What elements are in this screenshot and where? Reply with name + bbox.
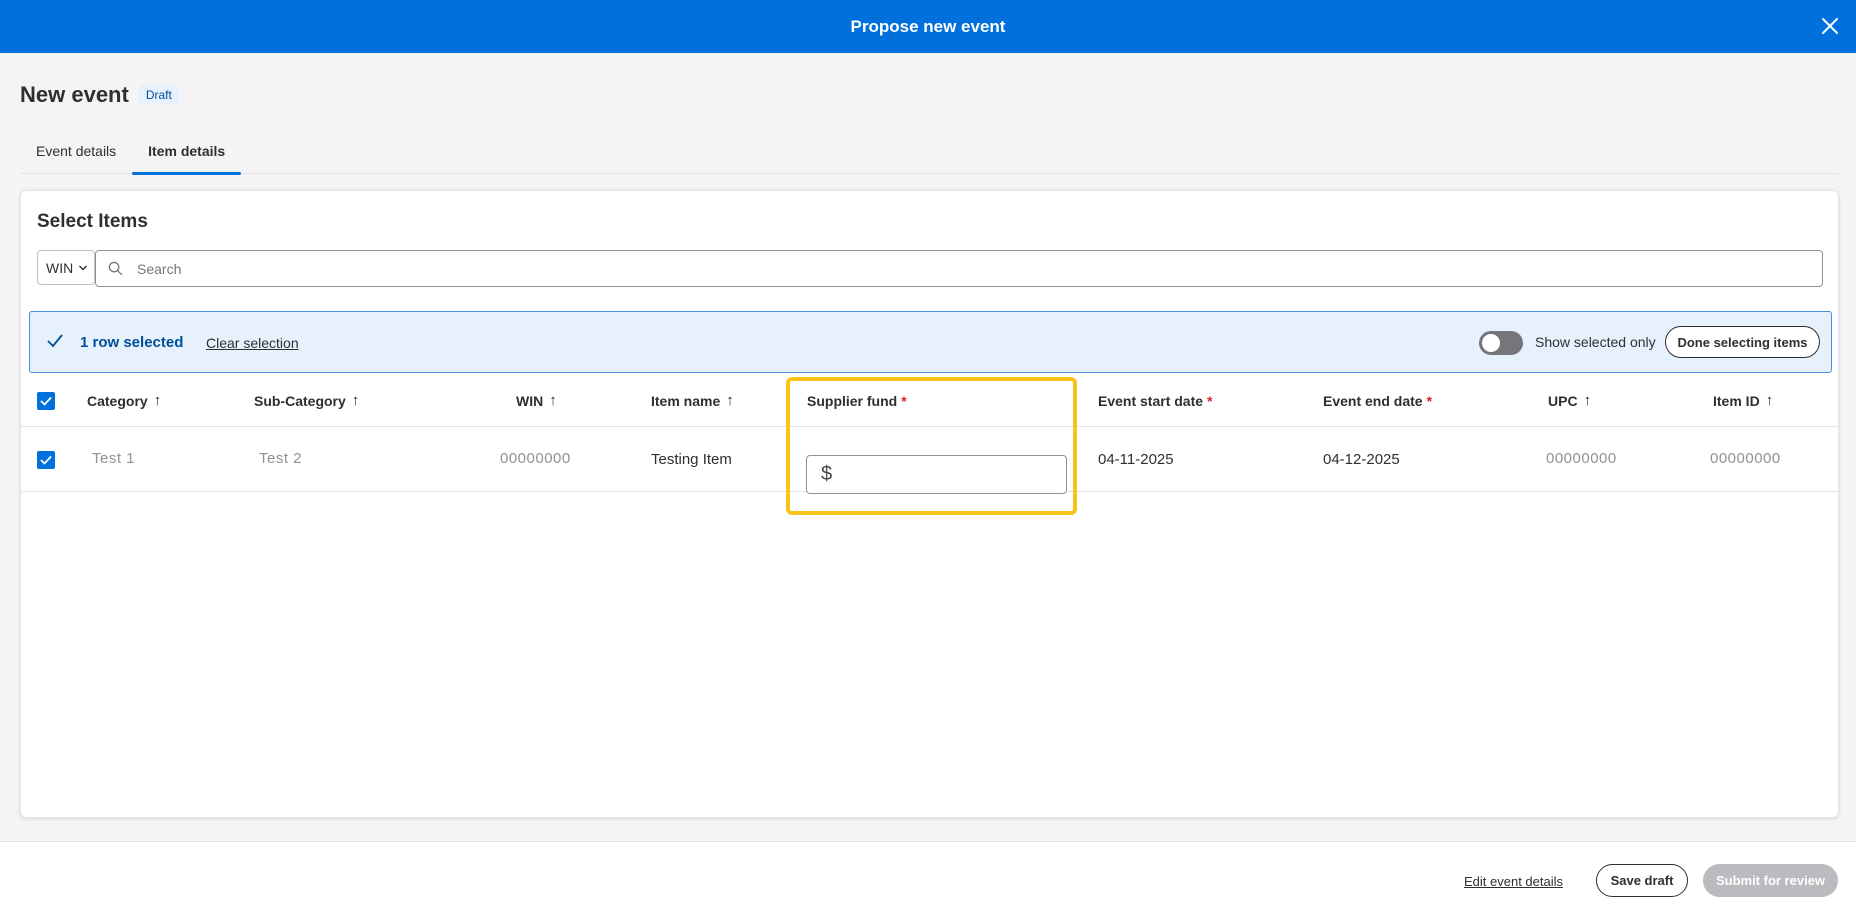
tab-item-details[interactable]: Item details	[132, 138, 242, 175]
required-marker: *	[1207, 392, 1213, 409]
search-type-select[interactable]: WIN	[37, 250, 95, 285]
card-title: Select Items	[37, 211, 148, 232]
modal-title: Propose new event	[850, 16, 1006, 36]
cell-upc: 00000000	[1546, 449, 1617, 467]
toggle-knob	[1482, 334, 1500, 352]
search-type-value: WIN	[46, 259, 74, 276]
tab-bar: Event details Item details	[20, 138, 1838, 175]
footer-bar: Edit event details Save draft Submit for…	[0, 841, 1856, 907]
check-icon	[47, 334, 63, 348]
column-header-sub-category[interactable]: Sub-Category ↑	[254, 375, 359, 426]
column-header-category[interactable]: Category ↑	[87, 375, 161, 426]
close-button[interactable]	[1818, 14, 1842, 38]
chevron-down-icon	[79, 265, 88, 270]
cell-item-name: Testing Item	[651, 451, 732, 468]
cell-event-end-date: 04-12-2025	[1323, 451, 1400, 468]
checkmark-icon	[40, 455, 52, 465]
required-marker: *	[1426, 392, 1433, 409]
cell-win: 00000000	[500, 449, 571, 467]
sort-arrow-icon: ↑	[1583, 392, 1592, 409]
supplier-fund-input[interactable]: $	[806, 455, 1067, 494]
select-all-cell	[37, 375, 55, 426]
cell-event-start-date: 04-11-2025	[1098, 451, 1174, 468]
sort-arrow-icon: ↑	[726, 392, 734, 409]
row-select-cell	[37, 428, 55, 491]
select-items-card: Select Items WIN 1 row selected Clear se…	[20, 190, 1839, 818]
column-header-win[interactable]: WIN ↑	[516, 375, 557, 426]
save-draft-button[interactable]: Save draft	[1596, 864, 1688, 897]
sort-arrow-icon: ↑	[351, 392, 360, 409]
close-icon	[1822, 18, 1838, 34]
column-header-supplier-fund: Supplier fund *	[807, 392, 907, 409]
modal-header: Propose new event	[0, 0, 1856, 53]
page-heading: New event Draft	[20, 82, 179, 108]
selected-count: 1 row selected	[80, 334, 184, 351]
column-header-item-name[interactable]: Item name ↑	[651, 375, 734, 426]
cell-category: Test 1	[92, 449, 136, 467]
status-badge: Draft	[138, 85, 179, 105]
table-header: Category ↑ Sub-Category ↑ WIN ↑ Item name ↑ …	[21, 375, 1838, 427]
currency-prefix: $	[821, 463, 833, 485]
column-header-event-start-date: Event start date *	[1098, 392, 1213, 409]
search-icon	[108, 261, 123, 276]
column-header-item-id[interactable]: Item ID ↑	[1713, 375, 1773, 426]
page-title: New event	[20, 82, 129, 107]
sort-arrow-icon: ↑	[549, 392, 557, 409]
row-checkbox[interactable]	[37, 450, 55, 469]
checkmark-icon	[40, 396, 52, 406]
submit-for-review-button[interactable]: Submit for review	[1703, 864, 1838, 897]
search-box	[95, 250, 1823, 287]
sort-arrow-icon: ↑	[153, 392, 162, 409]
selection-bar: 1 row selected Clear selection Show sele…	[29, 311, 1832, 373]
tab-event-details[interactable]: Event details	[20, 138, 132, 174]
edit-event-details-link[interactable]: Edit event details	[1464, 874, 1563, 889]
done-selecting-button[interactable]: Done selecting items	[1665, 326, 1820, 358]
select-all-checkbox[interactable]	[37, 391, 55, 410]
required-marker: *	[901, 392, 907, 409]
column-header-event-end-date: Event end date *	[1323, 392, 1433, 409]
sort-arrow-icon: ↑	[1765, 392, 1774, 409]
show-selected-toggle[interactable]	[1479, 331, 1523, 355]
show-selected-label: Show selected only	[1535, 334, 1656, 350]
clear-selection-link[interactable]: Clear selection	[206, 335, 299, 351]
cell-item-id: 00000000	[1710, 449, 1781, 467]
search-input[interactable]	[137, 260, 1737, 277]
column-header-upc[interactable]: UPC ↑	[1548, 375, 1591, 426]
cell-sub-category: Test 2	[259, 449, 303, 467]
